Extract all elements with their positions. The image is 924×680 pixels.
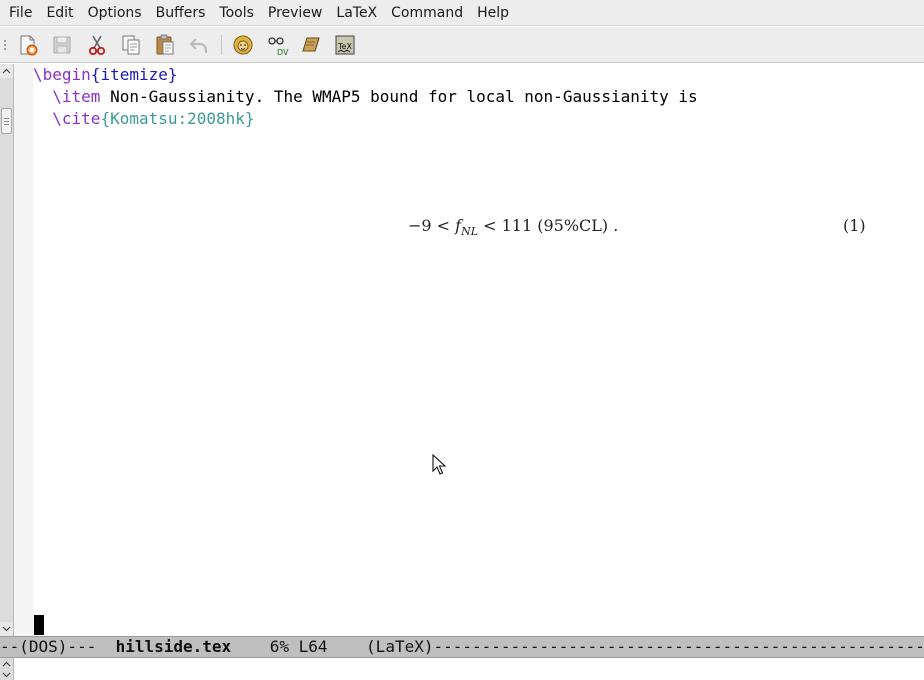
environment-name: itemize (100, 65, 168, 84)
editor-text-area[interactable]: \begin{itemize} \item Non-Gaussianity. T… (33, 64, 924, 636)
toolbar-separator (221, 35, 222, 55)
buffer-position: 6% L64 (231, 637, 367, 656)
undo-icon (189, 38, 207, 53)
modeline-fill: ----------------------------------------… (433, 637, 924, 656)
major-mode[interactable]: (LaTeX) (366, 637, 433, 656)
view-dvi-icon: DV (268, 37, 289, 57)
equation-lhs: −9 < (408, 216, 456, 235)
chevron-down-icon (2, 672, 11, 678)
paste-icon (156, 34, 174, 55)
scrollbar-thumb[interactable] (1, 108, 12, 134)
menu-preview[interactable]: Preview (261, 0, 330, 26)
latex-command: \begin (33, 65, 91, 84)
scroll-down-button[interactable] (0, 622, 13, 636)
cut-icon (88, 35, 106, 56)
new-file-button[interactable] (14, 31, 42, 59)
menu-buffers[interactable]: Buffers (149, 0, 213, 26)
toolbar-grip-handle[interactable] (4, 40, 7, 50)
equation-number: (1) (843, 216, 866, 235)
code-line-2: \item Non-Gaussianity. The WMAP5 bound f… (33, 86, 698, 108)
menu-options[interactable]: Options (81, 0, 149, 26)
rendered-equation-preview[interactable]: −9 < fNL < 111 (95%CL) . (408, 216, 618, 238)
citation-key: {Komatsu:2008hk} (100, 109, 255, 128)
code-line-1: \begin{itemize} (33, 64, 178, 86)
undo-button[interactable] (185, 31, 213, 59)
text-cursor (34, 615, 44, 635)
mode-line[interactable]: --(DOS)--- hillside.tex 6% L64 (LaTeX)--… (0, 636, 924, 658)
mouse-pointer-icon (432, 454, 446, 475)
copy-icon (122, 35, 140, 55)
new-file-icon (20, 35, 38, 56)
menu-tools[interactable]: Tools (212, 0, 261, 26)
item-text: Non-Gaussianity. The WMAP5 bound for loc… (100, 87, 698, 106)
chevron-up-icon (2, 68, 11, 74)
minibuffer-scrollbar[interactable] (0, 658, 14, 680)
chevron-down-icon (2, 626, 11, 632)
modeline-prefix: --(DOS)--- (0, 637, 116, 656)
scroll-up-button[interactable] (0, 64, 13, 78)
brace-close: } (167, 65, 178, 84)
bibtex-button[interactable] (297, 31, 325, 59)
brace-open: { (90, 65, 101, 84)
minibuffer[interactable] (0, 658, 924, 680)
buffer-name[interactable]: hillside.tex (116, 637, 232, 656)
paste-button[interactable] (151, 31, 179, 59)
menu-bar: File Edit Options Buffers Tools Preview … (0, 0, 924, 26)
menu-latex[interactable]: LaTeX (329, 0, 384, 26)
tex-label: TeX (337, 42, 352, 51)
equation-rhs: < 111 (95%CL) . (478, 216, 619, 235)
view-dvi-button[interactable]: DV (263, 31, 291, 59)
left-fringe (14, 64, 33, 636)
code-line-3: \cite{Komatsu:2008hk} (33, 108, 255, 130)
menu-file[interactable]: File (2, 0, 39, 26)
menu-edit[interactable]: Edit (39, 0, 80, 26)
cut-button[interactable] (83, 31, 111, 59)
copy-button[interactable] (117, 31, 145, 59)
vertical-scrollbar[interactable] (0, 64, 14, 636)
bibtex-book-icon (302, 37, 320, 52)
latex-command: \item (52, 87, 101, 106)
menu-command[interactable]: Command (384, 0, 470, 26)
save-button[interactable] (48, 31, 76, 59)
save-icon (53, 36, 71, 54)
latex-command: \cite (52, 109, 101, 128)
dvi-label: DV (277, 48, 289, 57)
latex-run-button[interactable] (229, 31, 257, 59)
equation-subscript: NL (461, 225, 479, 238)
chevron-up-icon (2, 661, 11, 667)
menu-help[interactable]: Help (470, 0, 516, 26)
lion-latex-icon (233, 35, 253, 55)
tool-bar: DV TeX (0, 27, 924, 63)
tex-spell-icon: TeX (335, 35, 355, 55)
tex-spell-button[interactable]: TeX (331, 31, 359, 59)
